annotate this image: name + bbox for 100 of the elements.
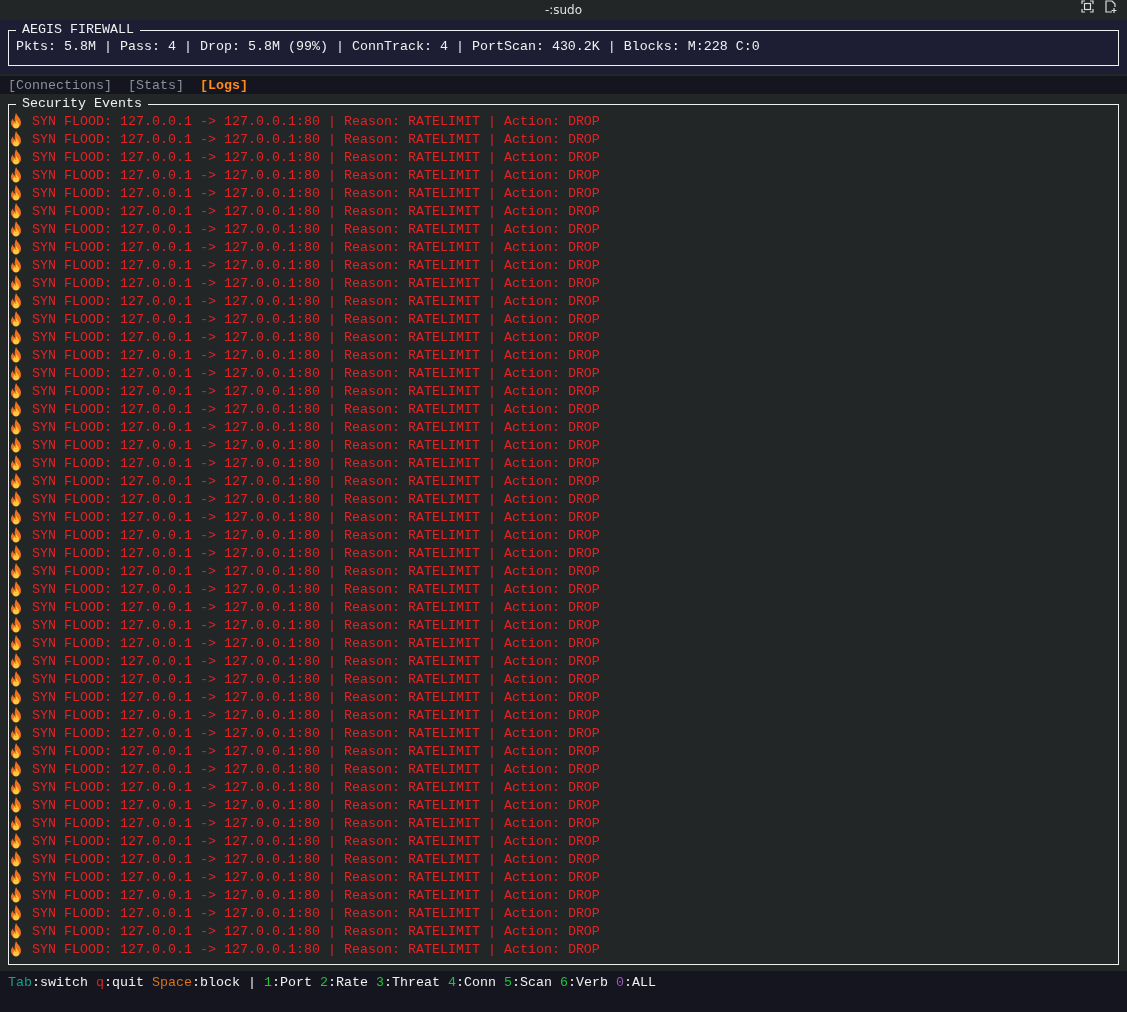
log-entry: SYN FLOOD: 127.0.0.1 -> 127.0.0.1:80 | Reason: RATELIMIT | Action: DROP bbox=[32, 167, 600, 183]
key-hint: 6:Verb bbox=[560, 975, 608, 990]
key-hint: Tab:switch bbox=[8, 975, 88, 990]
log-entry: SYN FLOOD: 127.0.0.1 -> 127.0.0.1:80 | Reason: RATELIMIT | Action: DROP bbox=[32, 581, 600, 597]
key-hint: 5:Scan bbox=[504, 975, 552, 990]
log-entry: SYN FLOOD: 127.0.0.1 -> 127.0.0.1:80 | Reason: RATELIMIT | Action: DROP bbox=[32, 275, 600, 291]
key-hint: 4:Conn bbox=[448, 975, 496, 990]
flame-icon bbox=[9, 923, 23, 939]
log-entry: SYN FLOOD: 127.0.0.1 -> 127.0.0.1:80 | Reason: RATELIMIT | Action: DROP bbox=[32, 779, 600, 795]
flame-icon bbox=[9, 329, 23, 345]
log-entry: SYN FLOOD: 127.0.0.1 -> 127.0.0.1:80 | Reason: RATELIMIT | Action: DROP bbox=[32, 851, 600, 867]
flame-icon bbox=[9, 203, 23, 219]
log-entry: SYN FLOOD: 127.0.0.1 -> 127.0.0.1:80 | Reason: RATELIMIT | Action: DROP bbox=[32, 887, 600, 903]
log-entry: SYN FLOOD: 127.0.0.1 -> 127.0.0.1:80 | Reason: RATELIMIT | Action: DROP bbox=[32, 239, 600, 255]
new-tab-icon[interactable] bbox=[1104, 0, 1117, 13]
flame-icon bbox=[9, 797, 23, 813]
log-entry: SYN FLOOD: 127.0.0.1 -> 127.0.0.1:80 | Reason: RATELIMIT | Action: DROP bbox=[32, 257, 600, 273]
flame-icon bbox=[9, 689, 23, 705]
log-entry: SYN FLOOD: 127.0.0.1 -> 127.0.0.1:80 | Reason: RATELIMIT | Action: DROP bbox=[32, 545, 600, 561]
flame-icon bbox=[9, 617, 23, 633]
log-entry: SYN FLOOD: 127.0.0.1 -> 127.0.0.1:80 | Reason: RATELIMIT | Action: DROP bbox=[32, 293, 600, 309]
flame-icon bbox=[9, 833, 23, 849]
flame-icon bbox=[9, 293, 23, 309]
flame-icon bbox=[9, 527, 23, 543]
tab[interactable]: [Connections] bbox=[8, 77, 112, 93]
log-entry: SYN FLOOD: 127.0.0.1 -> 127.0.0.1:80 | Reason: RATELIMIT | Action: DROP bbox=[32, 599, 600, 615]
flame-icon bbox=[9, 491, 23, 507]
flame-icon bbox=[9, 401, 23, 417]
flame-icon bbox=[9, 437, 23, 453]
log-entry: SYN FLOOD: 127.0.0.1 -> 127.0.0.1:80 | Reason: RATELIMIT | Action: DROP bbox=[32, 923, 600, 939]
log-entry: SYN FLOOD: 127.0.0.1 -> 127.0.0.1:80 | Reason: RATELIMIT | Action: DROP bbox=[32, 527, 600, 543]
log-entry: SYN FLOOD: 127.0.0.1 -> 127.0.0.1:80 | Reason: RATELIMIT | Action: DROP bbox=[32, 185, 600, 201]
log-entry: SYN FLOOD: 127.0.0.1 -> 127.0.0.1:80 | Reason: RATELIMIT | Action: DROP bbox=[32, 941, 600, 957]
flame-icon bbox=[9, 887, 23, 903]
panel-title: AEGIS FIREWALL bbox=[21, 22, 135, 38]
log-entry: SYN FLOOD: 127.0.0.1 -> 127.0.0.1:80 | Reason: RATELIMIT | Action: DROP bbox=[32, 131, 600, 147]
flame-icon bbox=[9, 275, 23, 291]
maximize-icon[interactable] bbox=[1081, 0, 1094, 13]
log-entry: SYN FLOOD: 127.0.0.1 -> 127.0.0.1:80 | Reason: RATELIMIT | Action: DROP bbox=[32, 707, 600, 723]
flame-icon bbox=[9, 707, 23, 723]
log-entry: SYN FLOOD: 127.0.0.1 -> 127.0.0.1:80 | Reason: RATELIMIT | Action: DROP bbox=[32, 815, 600, 831]
stats-line: Pkts: 5.8M | Pass: 4 | Drop: 5.8M (99%) | ConnTrack: 4 | PortScan: 430.2K | Blocks: M:228 C:0 bbox=[16, 38, 761, 56]
log-entry: SYN FLOOD: 127.0.0.1 -> 127.0.0.1:80 | Reason: RATELIMIT | Action: DROP bbox=[32, 563, 600, 579]
flame-icon bbox=[9, 905, 23, 921]
log-entry: SYN FLOOD: 127.0.0.1 -> 127.0.0.1:80 | Reason: RATELIMIT | Action: DROP bbox=[32, 743, 600, 759]
flame-icon bbox=[9, 941, 23, 957]
flame-icon bbox=[9, 509, 23, 525]
flame-icon bbox=[9, 815, 23, 831]
flame-icon bbox=[9, 599, 23, 615]
window-title: -:sudo bbox=[544, 3, 583, 17]
log-entry: SYN FLOOD: 127.0.0.1 -> 127.0.0.1:80 | Reason: RATELIMIT | Action: DROP bbox=[32, 149, 600, 165]
log-entry: SYN FLOOD: 127.0.0.1 -> 127.0.0.1:80 | Reason: RATELIMIT | Action: DROP bbox=[32, 113, 600, 129]
flame-icon bbox=[9, 383, 23, 399]
panel-title: Security Events bbox=[21, 96, 143, 112]
flame-icon bbox=[9, 869, 23, 885]
key-hint: Space:block bbox=[152, 975, 240, 990]
log-entry: SYN FLOOD: 127.0.0.1 -> 127.0.0.1:80 | Reason: RATELIMIT | Action: DROP bbox=[32, 761, 600, 777]
log-entry: SYN FLOOD: 127.0.0.1 -> 127.0.0.1:80 | Reason: RATELIMIT | Action: DROP bbox=[32, 419, 600, 435]
log-entry: SYN FLOOD: 127.0.0.1 -> 127.0.0.1:80 | Reason: RATELIMIT | Action: DROP bbox=[32, 905, 600, 921]
flame-icon bbox=[9, 653, 23, 669]
log-entry: SYN FLOOD: 127.0.0.1 -> 127.0.0.1:80 | Reason: RATELIMIT | Action: DROP bbox=[32, 221, 600, 237]
log-entry: SYN FLOOD: 127.0.0.1 -> 127.0.0.1:80 | Reason: RATELIMIT | Action: DROP bbox=[32, 491, 600, 507]
flame-icon bbox=[9, 455, 23, 471]
log-entry: SYN FLOOD: 127.0.0.1 -> 127.0.0.1:80 | Reason: RATELIMIT | Action: DROP bbox=[32, 203, 600, 219]
log-entry: SYN FLOOD: 127.0.0.1 -> 127.0.0.1:80 | Reason: RATELIMIT | Action: DROP bbox=[32, 401, 600, 417]
key-hint: q:quit bbox=[96, 975, 144, 990]
log-entry: SYN FLOOD: 127.0.0.1 -> 127.0.0.1:80 | Reason: RATELIMIT | Action: DROP bbox=[32, 689, 600, 705]
tab[interactable]: [Logs] bbox=[200, 77, 248, 93]
flame-icon bbox=[9, 365, 23, 381]
log-entry: SYN FLOOD: 127.0.0.1 -> 127.0.0.1:80 | Reason: RATELIMIT | Action: DROP bbox=[32, 671, 600, 687]
flame-icon bbox=[9, 113, 23, 129]
tab[interactable]: [Stats] bbox=[128, 77, 184, 93]
log-entry: SYN FLOOD: 127.0.0.1 -> 127.0.0.1:80 | Reason: RATELIMIT | Action: DROP bbox=[32, 797, 600, 813]
log-entry: SYN FLOOD: 127.0.0.1 -> 127.0.0.1:80 | Reason: RATELIMIT | Action: DROP bbox=[32, 473, 600, 489]
flame-icon bbox=[9, 347, 23, 363]
flame-icon bbox=[9, 149, 23, 165]
flame-icon bbox=[9, 563, 23, 579]
key-hint: 3:Threat bbox=[376, 975, 440, 990]
log-entry: SYN FLOOD: 127.0.0.1 -> 127.0.0.1:80 | Reason: RATELIMIT | Action: DROP bbox=[32, 617, 600, 633]
flame-icon bbox=[9, 851, 23, 867]
flame-icon bbox=[9, 635, 23, 651]
key-hint: 1:Port bbox=[264, 975, 312, 990]
key-hint: 2:Rate bbox=[320, 975, 368, 990]
flame-icon bbox=[9, 131, 23, 147]
log-entry: SYN FLOOD: 127.0.0.1 -> 127.0.0.1:80 | Reason: RATELIMIT | Action: DROP bbox=[32, 509, 600, 525]
flame-icon bbox=[9, 671, 23, 687]
log-entry: SYN FLOOD: 127.0.0.1 -> 127.0.0.1:80 | Reason: RATELIMIT | Action: DROP bbox=[32, 455, 600, 471]
flame-icon bbox=[9, 221, 23, 237]
flame-icon bbox=[9, 779, 23, 795]
log-entry: SYN FLOOD: 127.0.0.1 -> 127.0.0.1:80 | Reason: RATELIMIT | Action: DROP bbox=[32, 311, 600, 327]
flame-icon bbox=[9, 725, 23, 741]
log-entry: SYN FLOOD: 127.0.0.1 -> 127.0.0.1:80 | Reason: RATELIMIT | Action: DROP bbox=[32, 347, 600, 363]
flame-icon bbox=[9, 185, 23, 201]
flame-icon bbox=[9, 257, 23, 273]
flame-icon bbox=[9, 419, 23, 435]
flame-icon bbox=[9, 311, 23, 327]
flame-icon bbox=[9, 761, 23, 777]
flame-icon bbox=[9, 743, 23, 759]
flame-icon bbox=[9, 545, 23, 561]
log-entry: SYN FLOOD: 127.0.0.1 -> 127.0.0.1:80 | Reason: RATELIMIT | Action: DROP bbox=[32, 869, 600, 885]
